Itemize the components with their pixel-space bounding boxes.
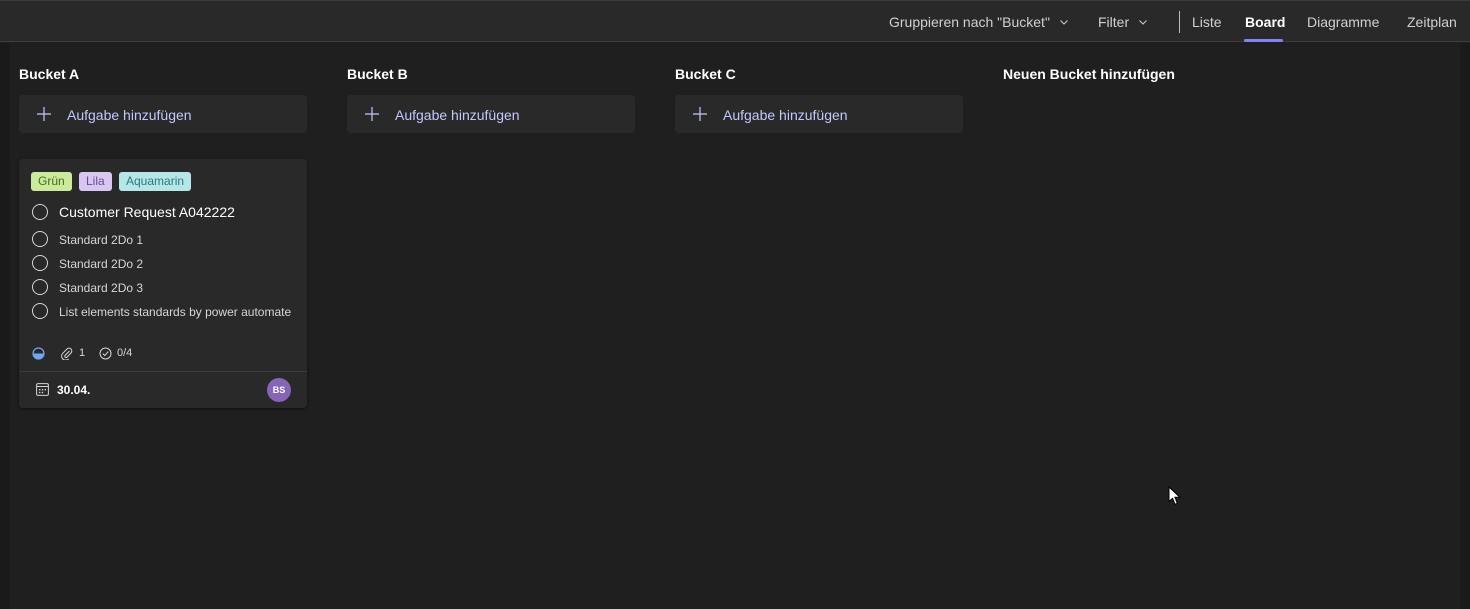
attachments-count: 1 [79, 347, 86, 359]
check-circle-icon [99, 347, 112, 359]
active-tab-indicator [1244, 39, 1283, 42]
toolbar-divider [1179, 11, 1180, 33]
view-tab-board[interactable]: Board [1245, 1, 1285, 42]
board-scrollbar-track[interactable] [1460, 43, 1470, 609]
task-complete-checkbox[interactable] [32, 204, 48, 220]
calendar-icon [36, 383, 49, 396]
filter-dropdown[interactable]: Filter [1098, 1, 1148, 42]
half-circle-progress-icon [32, 346, 45, 360]
label-tag-green: Grün [31, 172, 72, 191]
top-toolbar: Gruppieren nach "Bucket" Filter Liste Bo… [0, 0, 1470, 42]
card-divider [19, 371, 307, 372]
label-tag-purple: Lila [79, 172, 112, 191]
mouse-pointer-icon [1168, 486, 1182, 505]
checklist-item-checkbox[interactable] [32, 279, 48, 295]
add-task-button-bucket-c[interactable]: Aufgabe hinzufügen [675, 95, 963, 133]
checklist-item-checkbox[interactable] [32, 303, 48, 319]
plus-icon [693, 107, 707, 121]
group-by-label: Gruppieren nach "Bucket" [889, 13, 1050, 30]
plus-icon [365, 107, 379, 121]
add-new-bucket-button[interactable]: Neuen Bucket hinzufügen [1003, 66, 1175, 82]
plus-icon [37, 107, 51, 121]
checklist-progress: 0/4 [117, 347, 133, 359]
view-tab-zeitplan[interactable]: Zeitplan [1407, 1, 1457, 42]
bucket-title-a[interactable]: Bucket A [19, 66, 79, 82]
checklist-item-checkbox[interactable] [32, 231, 48, 247]
assignee-avatar[interactable]: BS [267, 378, 291, 402]
progress-indicator [32, 345, 45, 361]
chevron-down-icon [1139, 19, 1148, 25]
view-tab-diagramme[interactable]: Diagramme [1307, 1, 1379, 42]
checklist-item: Standard 2Do 2 [59, 257, 144, 271]
label-tag-aquamarine: Aquamarin [119, 172, 192, 191]
task-title: Customer Request A042222 [59, 204, 235, 220]
add-task-label: Aufgabe hinzufügen [395, 107, 520, 123]
paperclip-icon [61, 347, 73, 360]
bucket-title-b[interactable]: Bucket B [347, 66, 408, 82]
checklist-item: Standard 2Do 3 [59, 281, 144, 295]
add-task-button-bucket-b[interactable]: Aufgabe hinzufügen [347, 95, 635, 133]
filter-label: Filter [1098, 13, 1130, 30]
checklist-item: Standard 2Do 1 [59, 233, 144, 247]
board-left-gutter [0, 43, 10, 609]
group-by-dropdown[interactable]: Gruppieren nach "Bucket" [889, 1, 1069, 42]
checklist-item-checkbox[interactable] [32, 255, 48, 271]
attachments-indicator: 1 [60, 345, 85, 361]
chevron-down-icon [1060, 19, 1068, 25]
bucket-title-c[interactable]: Bucket C [675, 66, 736, 82]
task-card[interactable]: Grün Lila Aquamarin Customer Request A04… [19, 159, 307, 408]
add-task-button-bucket-a[interactable]: Aufgabe hinzufügen [19, 95, 307, 133]
add-task-label: Aufgabe hinzufügen [67, 107, 192, 123]
checklist-progress-indicator: 0/4 [99, 345, 132, 361]
due-date[interactable]: 30.04. [57, 383, 90, 397]
view-tab-liste[interactable]: Liste [1192, 1, 1222, 42]
checklist-item: List elements standards by power automat… [59, 305, 292, 319]
add-task-label: Aufgabe hinzufügen [723, 107, 848, 123]
